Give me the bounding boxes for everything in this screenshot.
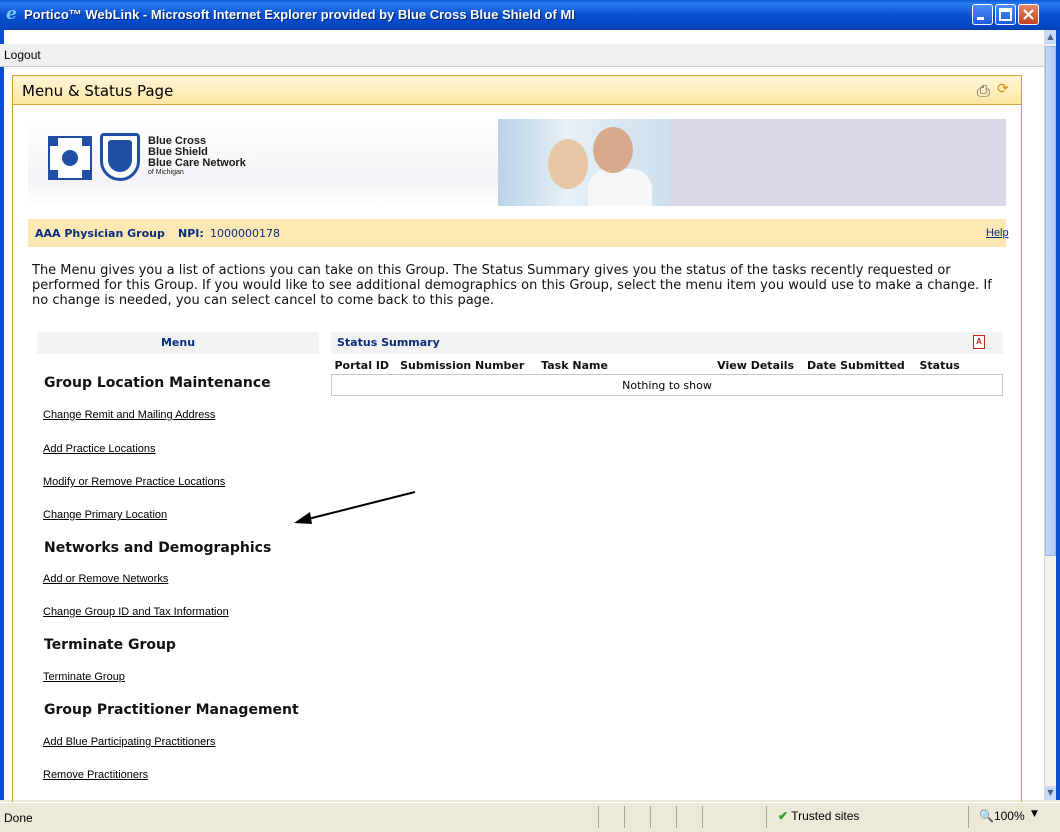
intro-text: The Menu gives you a list of actions you… — [32, 263, 992, 308]
browser-status-bar: Done ✔ Trusted sites 🔍100% ▼ — [0, 802, 1060, 832]
zoom-level: 100% — [993, 809, 1025, 823]
ie-logo-icon: e — [6, 4, 17, 24]
minimize-button[interactable] — [972, 4, 993, 25]
column-header[interactable]: Portal ID — [331, 356, 398, 375]
menu-header: Menu — [37, 332, 319, 354]
column-header[interactable]: Status — [916, 356, 1003, 375]
logout-bar: Logout — [0, 44, 1044, 67]
link-change-primary-location[interactable]: Change Primary Location — [43, 509, 167, 521]
section-title-practitioners: Group Practitioner Management — [44, 702, 299, 718]
logout-link[interactable]: Logout — [4, 48, 41, 62]
status-summary-title: Status Summary — [337, 336, 440, 349]
window-right-border — [1056, 30, 1060, 800]
link-add-remove-networks[interactable]: Add or Remove Networks — [43, 573, 168, 585]
brand-line-3: Blue Care Network — [148, 157, 246, 169]
checkmark-icon: ✔ — [778, 809, 789, 823]
pdf-export-icon[interactable]: A — [973, 335, 985, 349]
status-divider — [676, 806, 677, 828]
link-terminate-group[interactable]: Terminate Group — [43, 671, 125, 683]
blue-cross-logo-icon — [48, 136, 92, 180]
window-title-bar[interactable]: e Portico™ WebLink - Microsoft Internet … — [0, 0, 1060, 30]
window-title: Portico™ WebLink - Microsoft Internet Ex… — [24, 7, 575, 22]
status-summary-header: Status Summary A — [331, 332, 1003, 354]
status-divider — [598, 806, 599, 828]
zoom-control[interactable]: 🔍100% — [979, 809, 1025, 823]
group-name: AAA Physician Group — [35, 227, 165, 240]
scroll-down-icon[interactable]: ▼ — [1045, 786, 1056, 800]
section-title-networks: Networks and Demographics — [44, 540, 272, 556]
section-title-group-location: Group Location Maintenance — [44, 375, 271, 391]
close-button[interactable] — [1018, 4, 1039, 25]
help-link[interactable]: Help — [986, 227, 1009, 239]
vertical-scrollbar[interactable]: ▲ ▼ — [1044, 30, 1056, 800]
column-header[interactable]: View Details — [714, 356, 804, 375]
close-icon — [1023, 9, 1034, 20]
section-title-terminate: Terminate Group — [44, 637, 176, 653]
link-change-group-id[interactable]: Change Group ID and Tax Information — [43, 606, 229, 618]
npi-value: 1000000178 — [210, 227, 280, 240]
minimize-icon — [977, 17, 984, 20]
table-row: Nothing to show — [331, 374, 1003, 396]
column-header[interactable]: Submission Number — [397, 356, 539, 375]
brand-line-4: of Michigan — [148, 169, 184, 176]
link-add-practitioners[interactable]: Add Blue Participating Practitioners — [43, 736, 215, 748]
link-modify-practice-locations[interactable]: Modify or Remove Practice Locations — [43, 476, 225, 488]
status-divider — [968, 806, 969, 828]
refresh-icon[interactable]: ⟳ — [997, 81, 1009, 97]
status-divider — [650, 806, 651, 828]
status-table-header-row: Portal ID Submission Number Task Name Vi… — [331, 356, 1003, 375]
scroll-up-icon[interactable]: ▲ — [1045, 30, 1056, 44]
doctor-child-photo — [498, 119, 670, 206]
status-divider — [702, 806, 703, 828]
scroll-thumb[interactable] — [1045, 46, 1056, 556]
npi-label: NPI: — [178, 227, 204, 240]
zone-label: Trusted sites — [791, 809, 860, 823]
page-title: Menu & Status Page — [22, 82, 174, 100]
column-header[interactable]: Task Name — [538, 356, 715, 375]
zoom-dropdown-icon[interactable]: ▼ — [1031, 809, 1038, 819]
banner-logo-area: Blue Cross Blue Shield Blue Care Network… — [28, 119, 498, 206]
status-table: Portal ID Submission Number Task Name Vi… — [331, 356, 1003, 396]
status-divider — [766, 806, 767, 828]
status-text: Done — [4, 811, 33, 825]
link-change-remit-address[interactable]: Change Remit and Mailing Address — [43, 409, 215, 421]
security-zone: ✔ Trusted sites — [778, 809, 859, 823]
empty-message: Nothing to show — [331, 374, 1003, 396]
group-info-bar: AAA Physician Group NPI: 1000000178 Help — [28, 219, 1009, 247]
status-divider — [624, 806, 625, 828]
link-remove-practitioners[interactable]: Remove Practitioners — [43, 769, 148, 781]
print-icon[interactable]: ⎙ — [977, 81, 990, 101]
link-add-practice-locations[interactable]: Add Practice Locations — [43, 443, 156, 455]
page-header: Menu & Status Page ⎙ ⟳ — [12, 75, 1022, 105]
maximize-icon — [999, 8, 1012, 21]
blue-shield-logo-icon — [100, 133, 140, 181]
brand-banner: Blue Cross Blue Shield Blue Care Network… — [28, 119, 1006, 206]
column-header[interactable]: Date Submitted — [803, 356, 917, 375]
annotation-arrow-icon — [294, 491, 416, 524]
maximize-button[interactable] — [995, 4, 1016, 25]
